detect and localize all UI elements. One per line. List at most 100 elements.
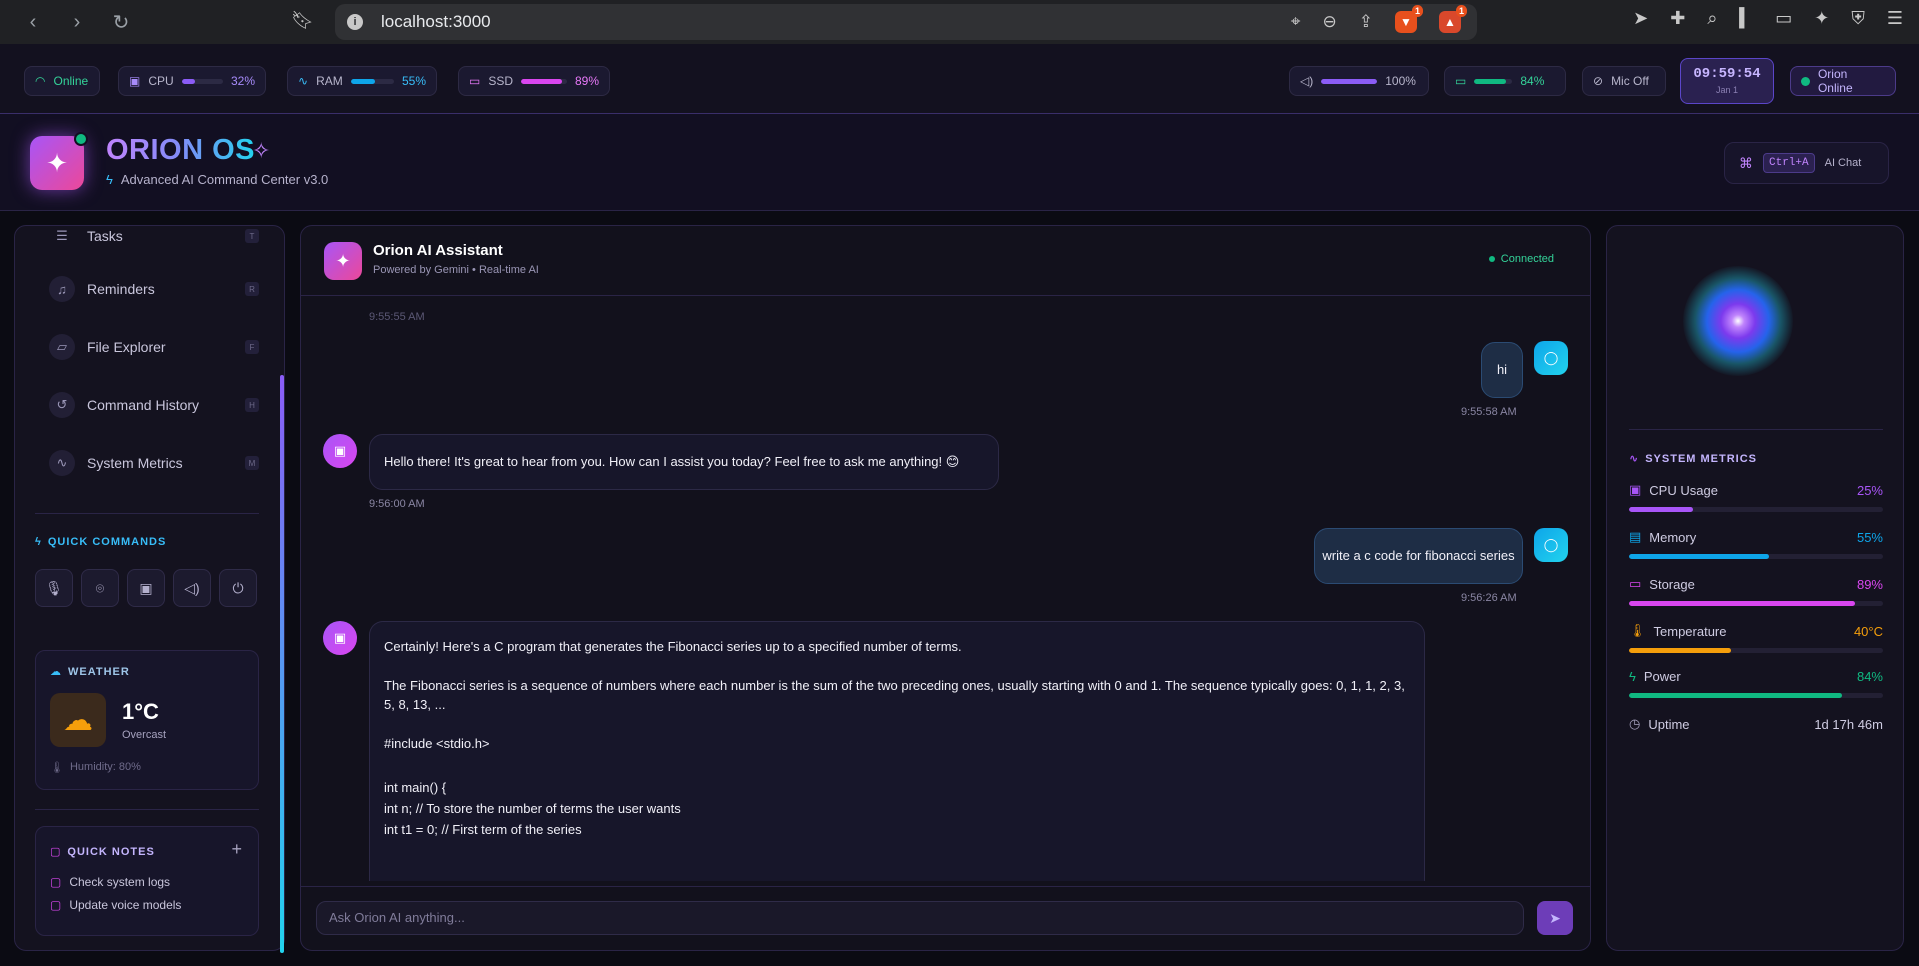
sidebar-item-label: Command History (87, 397, 200, 413)
code-line: int n; // To store the number of terms t… (384, 801, 681, 817)
message-text: hi (1496, 361, 1508, 377)
metric-memory: ▤ Memory 55% (1629, 529, 1883, 559)
thermometer-icon: 🌡︎ (50, 762, 64, 774)
clock-time: 09:59:54 (1693, 66, 1761, 82)
zoom-icon[interactable]: ⊖ (1323, 12, 1337, 32)
battery-chip: ▭ 84% (1444, 66, 1566, 96)
bot-icon: ▣ (333, 443, 347, 458)
humidity-text: Humidity: 80% (69, 761, 141, 773)
add-note-button[interactable]: + (231, 839, 242, 860)
ai-orb (1683, 266, 1793, 376)
send-button[interactable]: ➤ (1537, 901, 1573, 935)
assistant-avatar: ✦ (324, 242, 362, 280)
voice-command-button[interactable]: 🎙︎ (35, 569, 73, 607)
clock-icon: ◷ (1629, 716, 1641, 731)
sidebar-item-system-metrics[interactable]: ∿ System Metrics M (49, 446, 259, 480)
shortcut-key: R (245, 282, 259, 296)
cloud-icon: ☁ (50, 666, 62, 678)
sparkles-icon: ✦ (335, 250, 351, 271)
power-command-button[interactable]: ⏻ (219, 569, 257, 607)
share-icon[interactable]: ⇪ (1359, 12, 1373, 32)
bolt-icon: ϟ (106, 172, 113, 187)
mic-toggle[interactable]: ⊘ Mic Off (1582, 66, 1666, 96)
divider (35, 809, 259, 810)
code-line: #include <stdio.h> (384, 735, 490, 751)
brave-rewards-icon[interactable]: ▲ 1 (1439, 5, 1467, 33)
ai-chat-shortcut[interactable]: ⌘ Ctrl+A AI Chat (1724, 142, 1889, 184)
metric-bar (1629, 554, 1883, 559)
online-chip: ◠ Online (24, 66, 100, 96)
monitor-icon: ▣ (139, 579, 153, 596)
location-icon[interactable]: ⌖ (1291, 12, 1301, 32)
note-icon: ▢ (50, 875, 62, 889)
orion-logo: ✦ (30, 132, 88, 190)
vpn-icon[interactable]: ⛨ (1851, 8, 1865, 29)
battery-value: 84% (1520, 74, 1545, 88)
chat-header: ✦ Orion AI Assistant Powered by Gemini •… (301, 226, 1590, 296)
url-text[interactable]: localhost:3000 (381, 12, 491, 32)
quick-notes-title: ▢ QUICK NOTES (50, 845, 155, 859)
address-bar[interactable]: 🔖︎ i localhost:3000 ⌖ ⊖ ⇪ ▼ 1 ▲ 1 (291, 4, 1477, 40)
site-info-icon[interactable]: i (347, 14, 363, 30)
screenshot-icon[interactable]: ⌕ (1707, 8, 1717, 29)
orion-status-chip: Orion Online (1790, 66, 1896, 96)
metric-label: CPU Usage (1649, 482, 1718, 498)
metric-value: 84% (1856, 669, 1883, 684)
bot-icon: ▣ (333, 630, 347, 645)
cursor-extension-icon[interactable]: ➤ (1633, 8, 1648, 29)
ram-bar (350, 78, 394, 84)
cpu-value: 32% (230, 74, 255, 88)
status-text: Connected (1500, 253, 1554, 265)
sidebar-toggle-icon[interactable]: ▍ (1739, 8, 1753, 29)
bot-message: Hello there! It's great to hear from you… (369, 434, 999, 490)
command-icon: ⌘ (1739, 154, 1753, 171)
metric-label: Temperature (1653, 623, 1727, 639)
activity-icon: ∿ (298, 74, 309, 88)
menu-icon[interactable]: ☰ (1887, 8, 1903, 29)
metric-uptime: ◷ Uptime 1d 17h 46m (1629, 716, 1883, 732)
brave-shield-icon[interactable]: ▼ 1 (1395, 5, 1423, 33)
chat-subtitle: Powered by Gemini • Real-time AI (373, 264, 539, 276)
forward-icon[interactable]: › (60, 5, 94, 39)
orion-status-label: Orion Online (1817, 67, 1853, 95)
code-line: int main() { (384, 780, 447, 796)
metric-label: Uptime (1648, 716, 1690, 732)
volume-chip[interactable]: ◁) 100% (1289, 66, 1429, 96)
cpu-chip: ▣ CPU 32% (118, 66, 266, 96)
extensions-icon[interactable]: ✚ (1670, 8, 1685, 29)
battery-bar (1474, 78, 1513, 84)
reload-icon[interactable]: ↻ (104, 5, 138, 39)
online-label: Online (53, 74, 89, 88)
volume-slider[interactable] (1321, 78, 1378, 84)
sidebar-item-command-history[interactable]: ↺ Command History H (49, 388, 259, 422)
screen-command-button[interactable]: ▣ (127, 569, 165, 607)
battery-icon: ▭ (1455, 74, 1467, 88)
back-icon[interactable]: ‹ (16, 5, 50, 39)
weather-condition: Overcast (122, 729, 167, 741)
bookmark-icon[interactable]: 🔖︎ (291, 10, 314, 31)
metric-bar (1629, 601, 1883, 606)
chat-input[interactable]: Ask Orion AI anything... (316, 901, 1524, 935)
metric-bar (1629, 648, 1883, 653)
wallet-icon[interactable]: ▭ (1775, 8, 1792, 29)
metric-label: Storage (1649, 576, 1695, 592)
sidebar-item-label: System Metrics (87, 455, 183, 471)
note-item[interactable]: ▢ Update voice models (50, 898, 181, 912)
sidebar-item-tasks[interactable]: ☰ Tasks T (49, 226, 259, 253)
note-item[interactable]: ▢ Check system logs (50, 875, 170, 889)
metric-bar (1629, 693, 1883, 698)
cpu-icon: ▣ (1629, 482, 1642, 497)
bot-avatar: ▣ (323, 621, 357, 655)
divider (35, 513, 259, 514)
audio-command-button[interactable]: ◁) (173, 569, 211, 607)
history-icon: ↺ (49, 392, 75, 418)
sidebar-item-reminders[interactable]: ♫ Reminders R (49, 272, 259, 306)
sidebar-item-file-explorer[interactable]: ▱ File Explorer F (49, 330, 259, 364)
camera-icon: ⌾ (95, 579, 105, 596)
ram-value: 55% (401, 74, 426, 88)
camera-command-button[interactable]: ⌾ (81, 569, 119, 607)
app-subtitle: ϟ Advanced AI Command Center v3.0 (106, 172, 328, 187)
leo-ai-icon[interactable]: ✦ (1814, 8, 1829, 29)
sidebar-scrollbar[interactable] (280, 375, 284, 953)
bot-message: Certainly! Here's a C program that gener… (369, 621, 1425, 881)
